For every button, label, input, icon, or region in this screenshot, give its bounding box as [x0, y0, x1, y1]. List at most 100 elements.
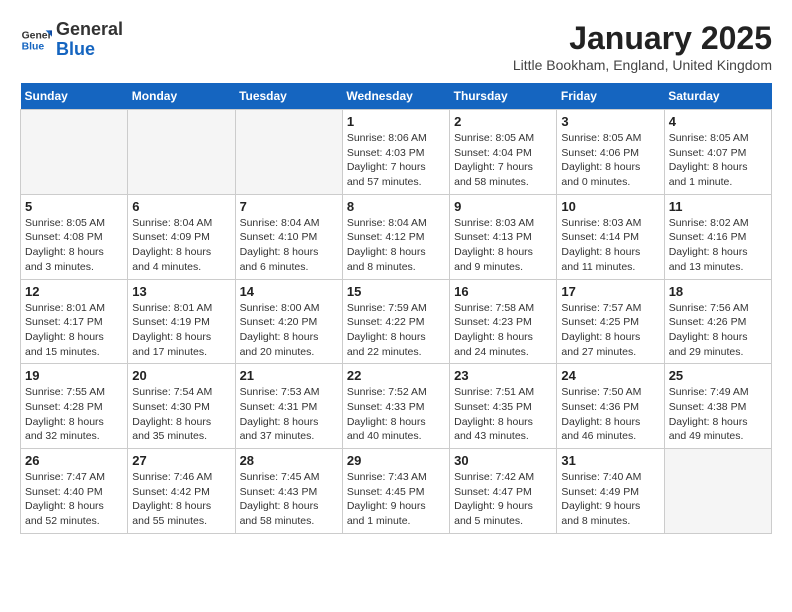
day-info: Sunrise: 7:56 AM Sunset: 4:26 PM Dayligh…: [669, 301, 767, 360]
day-number: 7: [240, 199, 338, 214]
calendar-cell: [235, 110, 342, 195]
day-number: 28: [240, 453, 338, 468]
svg-text:Blue: Blue: [22, 41, 45, 52]
day-info: Sunrise: 8:00 AM Sunset: 4:20 PM Dayligh…: [240, 301, 338, 360]
col-header-tuesday: Tuesday: [235, 83, 342, 110]
day-number: 12: [25, 284, 123, 299]
day-number: 9: [454, 199, 552, 214]
day-number: 31: [561, 453, 659, 468]
calendar-cell: [128, 110, 235, 195]
day-info: Sunrise: 7:47 AM Sunset: 4:40 PM Dayligh…: [25, 470, 123, 529]
calendar-title: January 2025: [513, 20, 772, 57]
calendar-cell: 23Sunrise: 7:51 AM Sunset: 4:35 PM Dayli…: [450, 364, 557, 449]
calendar-week-3: 12 Sunrise: 8:01 AM Sunset: 4:17 PM Dayli…: [21, 279, 772, 364]
calendar-cell: 19Sunrise: 7:55 AM Sunset: 4:28 PM Dayli…: [21, 364, 128, 449]
calendar-cell: 7 Sunrise: 8:04 AM Sunset: 4:10 PM Daylig…: [235, 194, 342, 279]
day-number: 14: [240, 284, 338, 299]
logo-icon: General Blue: [20, 24, 52, 56]
calendar-cell: 17Sunrise: 7:57 AM Sunset: 4:25 PM Dayli…: [557, 279, 664, 364]
calendar-cell: 12 Sunrise: 8:01 AM Sunset: 4:17 PM Dayli…: [21, 279, 128, 364]
day-number: 17: [561, 284, 659, 299]
calendar-cell: 9 Sunrise: 8:03 AM Sunset: 4:13 PM Daylig…: [450, 194, 557, 279]
calendar-cell: 1 Sunrise: 8:06 AM Sunset: 4:03 PM Daylig…: [342, 110, 449, 195]
day-number: 5: [25, 199, 123, 214]
calendar-week-5: 26 Sunrise: 7:47 AM Sunset: 4:40 PM Dayli…: [21, 449, 772, 534]
calendar-cell: 22 Sunrise: 7:52 AM Sunset: 4:33 PM Dayli…: [342, 364, 449, 449]
calendar-subtitle: Little Bookham, England, United Kingdom: [513, 57, 772, 73]
calendar-cell: 13 Sunrise: 8:01 AM Sunset: 4:19 PM Dayli…: [128, 279, 235, 364]
day-info: Sunrise: 8:05 AM Sunset: 4:08 PM Dayligh…: [25, 216, 123, 275]
calendar-week-1: 1 Sunrise: 8:06 AM Sunset: 4:03 PM Daylig…: [21, 110, 772, 195]
calendar-cell: 27Sunrise: 7:46 AM Sunset: 4:42 PM Dayli…: [128, 449, 235, 534]
day-info: Sunrise: 7:45 AM Sunset: 4:43 PM Dayligh…: [240, 470, 338, 529]
day-number: 15: [347, 284, 445, 299]
calendar-cell: [664, 449, 771, 534]
day-number: 18: [669, 284, 767, 299]
day-info: Sunrise: 7:53 AM Sunset: 4:31 PM Dayligh…: [240, 385, 338, 444]
day-number: 20: [132, 368, 230, 383]
calendar-cell: 6Sunrise: 8:04 AM Sunset: 4:09 PM Daylig…: [128, 194, 235, 279]
day-number: 22: [347, 368, 445, 383]
day-number: 24: [561, 368, 659, 383]
day-number: 4: [669, 114, 767, 129]
day-info: Sunrise: 7:42 AM Sunset: 4:47 PM Dayligh…: [454, 470, 552, 529]
calendar-body: 1 Sunrise: 8:06 AM Sunset: 4:03 PM Daylig…: [21, 110, 772, 534]
day-info: Sunrise: 8:05 AM Sunset: 4:06 PM Dayligh…: [561, 131, 659, 190]
calendar-cell: 26 Sunrise: 7:47 AM Sunset: 4:40 PM Dayli…: [21, 449, 128, 534]
calendar-cell: 18 Sunrise: 7:56 AM Sunset: 4:26 PM Dayli…: [664, 279, 771, 364]
col-header-thursday: Thursday: [450, 83, 557, 110]
header: General Blue General Blue January 2025 L…: [20, 20, 772, 73]
day-number: 30: [454, 453, 552, 468]
calendar-cell: 30 Sunrise: 7:42 AM Sunset: 4:47 PM Dayli…: [450, 449, 557, 534]
calendar-cell: 15 Sunrise: 7:59 AM Sunset: 4:22 PM Dayli…: [342, 279, 449, 364]
day-info: Sunrise: 8:04 AM Sunset: 4:12 PM Dayligh…: [347, 216, 445, 275]
title-area: January 2025 Little Bookham, England, Un…: [513, 20, 772, 73]
calendar-cell: 10Sunrise: 8:03 AM Sunset: 4:14 PM Dayli…: [557, 194, 664, 279]
day-number: 26: [25, 453, 123, 468]
calendar-week-4: 19Sunrise: 7:55 AM Sunset: 4:28 PM Dayli…: [21, 364, 772, 449]
day-info: Sunrise: 8:03 AM Sunset: 4:13 PM Dayligh…: [454, 216, 552, 275]
day-number: 23: [454, 368, 552, 383]
calendar-cell: 29 Sunrise: 7:43 AM Sunset: 4:45 PM Dayli…: [342, 449, 449, 534]
calendar-cell: 3Sunrise: 8:05 AM Sunset: 4:06 PM Daylig…: [557, 110, 664, 195]
day-info: Sunrise: 7:50 AM Sunset: 4:36 PM Dayligh…: [561, 385, 659, 444]
day-number: 25: [669, 368, 767, 383]
calendar-header-row: SundayMondayTuesdayWednesdayThursdayFrid…: [21, 83, 772, 110]
day-info: Sunrise: 8:06 AM Sunset: 4:03 PM Dayligh…: [347, 131, 445, 190]
logo: General Blue General Blue: [20, 20, 123, 60]
day-number: 13: [132, 284, 230, 299]
calendar-cell: 5 Sunrise: 8:05 AM Sunset: 4:08 PM Daylig…: [21, 194, 128, 279]
day-info: Sunrise: 7:40 AM Sunset: 4:49 PM Dayligh…: [561, 470, 659, 529]
day-info: Sunrise: 8:03 AM Sunset: 4:14 PM Dayligh…: [561, 216, 659, 275]
day-number: 16: [454, 284, 552, 299]
day-info: Sunrise: 8:04 AM Sunset: 4:09 PM Dayligh…: [132, 216, 230, 275]
day-info: Sunrise: 8:04 AM Sunset: 4:10 PM Dayligh…: [240, 216, 338, 275]
day-info: Sunrise: 7:46 AM Sunset: 4:42 PM Dayligh…: [132, 470, 230, 529]
calendar-table: SundayMondayTuesdayWednesdayThursdayFrid…: [20, 83, 772, 534]
calendar-cell: 25Sunrise: 7:49 AM Sunset: 4:38 PM Dayli…: [664, 364, 771, 449]
col-header-wednesday: Wednesday: [342, 83, 449, 110]
day-number: 29: [347, 453, 445, 468]
col-header-friday: Friday: [557, 83, 664, 110]
day-number: 1: [347, 114, 445, 129]
calendar-cell: 28 Sunrise: 7:45 AM Sunset: 4:43 PM Dayli…: [235, 449, 342, 534]
calendar-cell: 4 Sunrise: 8:05 AM Sunset: 4:07 PM Daylig…: [664, 110, 771, 195]
calendar-cell: 21Sunrise: 7:53 AM Sunset: 4:31 PM Dayli…: [235, 364, 342, 449]
day-number: 2: [454, 114, 552, 129]
day-info: Sunrise: 8:05 AM Sunset: 4:04 PM Dayligh…: [454, 131, 552, 190]
day-info: Sunrise: 7:59 AM Sunset: 4:22 PM Dayligh…: [347, 301, 445, 360]
day-number: 11: [669, 199, 767, 214]
col-header-saturday: Saturday: [664, 83, 771, 110]
calendar-cell: 16Sunrise: 7:58 AM Sunset: 4:23 PM Dayli…: [450, 279, 557, 364]
day-info: Sunrise: 7:52 AM Sunset: 4:33 PM Dayligh…: [347, 385, 445, 444]
col-header-monday: Monday: [128, 83, 235, 110]
day-info: Sunrise: 8:05 AM Sunset: 4:07 PM Dayligh…: [669, 131, 767, 190]
calendar-cell: 11Sunrise: 8:02 AM Sunset: 4:16 PM Dayli…: [664, 194, 771, 279]
day-info: Sunrise: 7:54 AM Sunset: 4:30 PM Dayligh…: [132, 385, 230, 444]
day-info: Sunrise: 8:01 AM Sunset: 4:19 PM Dayligh…: [132, 301, 230, 360]
day-info: Sunrise: 8:01 AM Sunset: 4:17 PM Dayligh…: [25, 301, 123, 360]
day-info: Sunrise: 7:43 AM Sunset: 4:45 PM Dayligh…: [347, 470, 445, 529]
calendar-cell: 20 Sunrise: 7:54 AM Sunset: 4:30 PM Dayli…: [128, 364, 235, 449]
calendar-cell: 8Sunrise: 8:04 AM Sunset: 4:12 PM Daylig…: [342, 194, 449, 279]
calendar-cell: 2 Sunrise: 8:05 AM Sunset: 4:04 PM Daylig…: [450, 110, 557, 195]
